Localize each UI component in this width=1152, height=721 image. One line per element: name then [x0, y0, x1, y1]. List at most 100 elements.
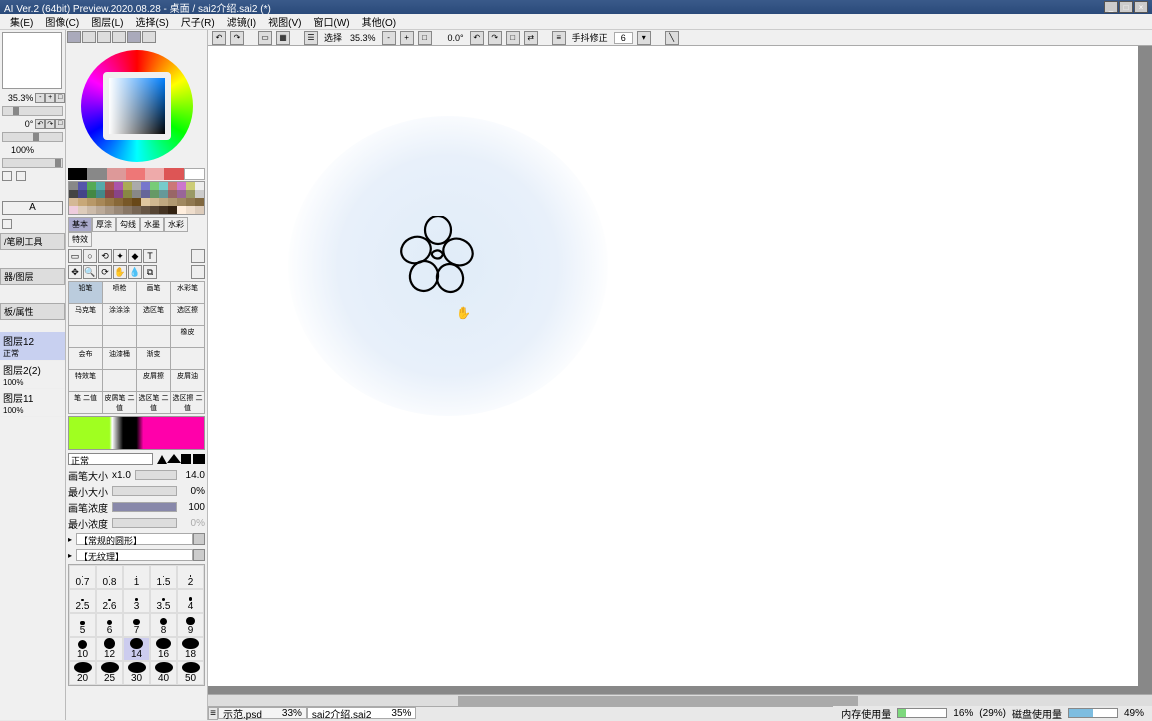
layer-item[interactable]: 图层2(2)100%	[0, 361, 65, 389]
nav-rot-ccw[interactable]: ↶	[35, 119, 45, 129]
shape-square-icon[interactable]	[181, 454, 191, 464]
menu-file[interactable]: 集(E)	[4, 14, 39, 29]
eyedropper-icon[interactable]: 💧	[128, 265, 142, 279]
menu-select[interactable]: 选择(S)	[129, 14, 174, 29]
brush-size-cell[interactable]: 2.6	[96, 589, 123, 613]
shape-tri-icon[interactable]	[157, 454, 167, 464]
brush-size-cell[interactable]: 0.8	[96, 565, 123, 589]
colormode-mixer[interactable]	[142, 31, 156, 43]
colormode-wheel[interactable]	[67, 31, 81, 43]
tooltab-water[interactable]: 水彩	[164, 217, 188, 232]
invert-button[interactable]: ▦	[276, 31, 290, 45]
line-tool-icon[interactable]: ╲	[665, 31, 679, 45]
brush-size-cell[interactable]: 25	[96, 661, 123, 685]
colormode-grid[interactable]	[112, 31, 126, 43]
brush-empty[interactable]	[171, 348, 205, 370]
nav-rot-reset[interactable]: □	[55, 119, 65, 129]
shape-rect-icon[interactable]	[193, 454, 205, 464]
param-size-mul[interactable]: x1.0	[112, 470, 131, 481]
layer-icon[interactable]: ☰	[304, 31, 318, 45]
canvas-viewport[interactable]: ✋	[208, 46, 1152, 694]
brush-bin-sele[interactable]: 选区擦 二值	[171, 392, 205, 414]
brush-size-cell[interactable]: 18	[177, 637, 204, 661]
horizontal-scrollbar[interactable]	[208, 694, 1152, 706]
brush-shape-preview[interactable]	[193, 533, 205, 545]
document-tab[interactable]: 示范.psd33%	[218, 707, 307, 719]
maximize-button[interactable]: □	[1119, 1, 1133, 13]
nav-zoom-reset[interactable]: □	[55, 93, 65, 103]
brush-size-cell[interactable]: 4	[177, 589, 204, 613]
brush-size-cell[interactable]: 3	[123, 589, 150, 613]
panel-layers[interactable]: 器/图层	[0, 268, 65, 285]
brush-size-cell[interactable]: 30	[123, 661, 150, 685]
brush-size-cell[interactable]: 14	[123, 637, 150, 661]
colormode-bars[interactable]	[82, 31, 96, 43]
tooltab-ink[interactable]: 水墨	[140, 217, 164, 232]
brush-empty[interactable]	[103, 370, 137, 392]
brush-watercolor[interactable]: 水彩笔	[171, 282, 205, 304]
brush-empty[interactable]	[69, 326, 103, 348]
nav-angle-slider[interactable]	[2, 132, 63, 142]
brush-size-cell[interactable]: 7	[123, 613, 150, 637]
close-button[interactable]: ×	[1134, 1, 1148, 13]
deselect-button[interactable]: ▭	[258, 31, 272, 45]
brush-bin-flake[interactable]: 皮屑笔 二值	[103, 392, 137, 414]
brush-size-cell[interactable]: 2.5	[69, 589, 96, 613]
panel-properties[interactable]: 板/属性	[0, 303, 65, 320]
brush-size-cell[interactable]: 1.5	[150, 565, 177, 589]
tooltab-line[interactable]: 勾线	[116, 217, 140, 232]
color-chips[interactable]	[68, 168, 205, 180]
brush-texture-select[interactable]: 【无纹理】	[76, 549, 193, 561]
brush-flake-o[interactable]: 皮屑油	[171, 370, 205, 392]
brush-marker[interactable]: 马克笔	[69, 304, 103, 326]
zoom-fit-button[interactable]: □	[418, 31, 432, 45]
param-size-slider[interactable]	[135, 470, 177, 480]
document-tab[interactable]: sai2介绍.sai235%	[307, 707, 416, 719]
brush-size-cell[interactable]: 3.5	[150, 589, 177, 613]
nav-zoom-slider[interactable]	[2, 106, 63, 116]
minimize-button[interactable]: _	[1104, 1, 1118, 13]
menu-layer[interactable]: 图层(L)	[85, 14, 129, 29]
param-minsize-slider[interactable]	[112, 486, 177, 496]
brush-flake-e[interactable]: 皮屑擦	[137, 370, 171, 392]
brush-size-cell[interactable]: 50	[177, 661, 204, 685]
hand-tool-icon[interactable]: ✋	[113, 265, 127, 279]
expand-texture-icon[interactable]: ▸	[68, 551, 76, 560]
navigator-minimap[interactable]	[2, 32, 62, 89]
foreground-swatch[interactable]	[191, 249, 205, 263]
menu-other[interactable]: 其他(O)	[356, 14, 402, 29]
text-icon[interactable]: T	[143, 249, 157, 263]
colormode-list[interactable]	[97, 31, 111, 43]
brush-size-cell[interactable]: 9	[177, 613, 204, 637]
handtool-icon[interactable]	[2, 219, 12, 229]
nav-zoom-out[interactable]: -	[35, 93, 45, 103]
brush-size-cell[interactable]: 1	[123, 565, 150, 589]
tooltab-thick[interactable]: 厚涂	[92, 217, 116, 232]
menu-image[interactable]: 图像(C)	[39, 14, 85, 29]
rotate-tool-icon[interactable]: ⟳	[98, 265, 112, 279]
marquee-ellipse-icon[interactable]: ○	[83, 249, 97, 263]
tab-menu-icon[interactable]: ≡	[208, 707, 218, 720]
brush-selpen[interactable]: 选区笔	[137, 304, 171, 326]
menu-view[interactable]: 视图(V)	[262, 14, 307, 29]
zoom-in-button[interactable]: +	[400, 31, 414, 45]
marquee-rect-icon[interactable]: ▭	[68, 249, 82, 263]
brush-texture-preview[interactable]	[193, 549, 205, 561]
brush-pencil[interactable]: 铅笔	[69, 282, 103, 304]
brush-seleraser[interactable]: 选区擦	[171, 304, 205, 326]
zoom-tool-icon[interactable]: 🔍	[83, 265, 97, 279]
brush-bucket[interactable]: 油漆桶	[103, 348, 137, 370]
nav-zoom-in[interactable]: +	[45, 93, 55, 103]
canvas[interactable]: ✋	[208, 46, 1138, 686]
brush-size-cell[interactable]: 20	[69, 661, 96, 685]
shape-icon[interactable]: ◆	[128, 249, 142, 263]
brush-fx[interactable]: 特效笔	[69, 370, 103, 392]
flip-button[interactable]: ⇄	[524, 31, 538, 45]
background-swatch[interactable]	[191, 265, 205, 279]
brush-size-cell[interactable]: 5	[69, 613, 96, 637]
crop-icon[interactable]: ⧉	[143, 265, 157, 279]
brush-size-cell[interactable]: 10	[69, 637, 96, 661]
layer-item[interactable]: 图层12正常	[0, 332, 65, 361]
lasso-icon[interactable]: ⟲	[98, 249, 112, 263]
brush-size-cell[interactable]: 12	[96, 637, 123, 661]
